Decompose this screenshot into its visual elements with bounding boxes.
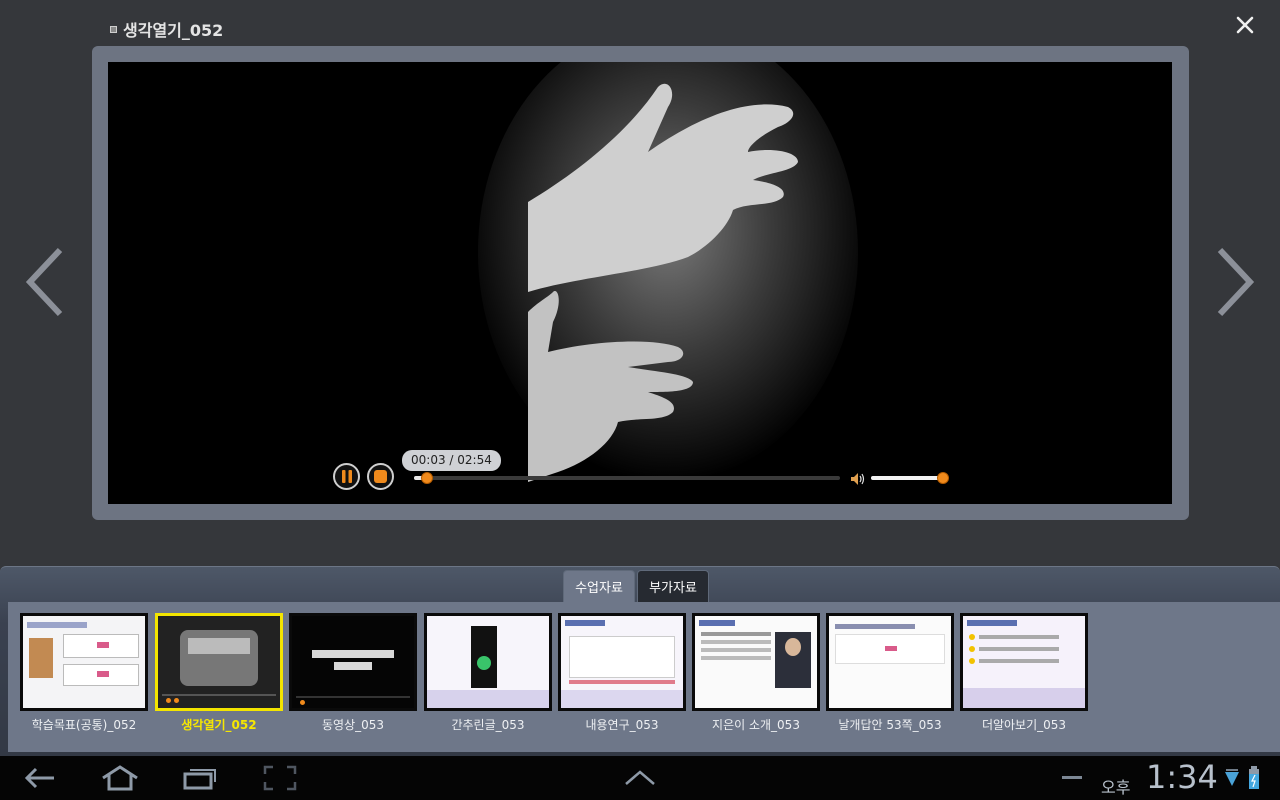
- wifi-icon: [1225, 769, 1239, 786]
- close-icon: [1236, 16, 1254, 34]
- page-title-text: 생각열기_052: [123, 21, 224, 40]
- thumbnail-preview: [23, 616, 145, 708]
- progress-bar[interactable]: [414, 472, 840, 484]
- recent-apps-icon: [183, 769, 216, 790]
- previous-button[interactable]: [20, 244, 70, 320]
- thumbnail-item[interactable]: [20, 613, 148, 711]
- volume-fill: [871, 476, 943, 480]
- thumbnail-preview: [427, 616, 549, 708]
- thumbnail-preview: [829, 616, 951, 708]
- volume-button[interactable]: [850, 471, 866, 485]
- battery-icon: [1249, 766, 1259, 789]
- pause-icon: [341, 470, 352, 483]
- chevron-up-icon: [625, 770, 655, 785]
- close-button[interactable]: [1230, 10, 1260, 40]
- clock: 1:34: [1146, 758, 1218, 796]
- back-icon: [24, 767, 54, 789]
- video-frame-image: [108, 62, 1172, 504]
- progress-handle[interactable]: [420, 472, 433, 484]
- thumbnail-label: 간추린글_053: [451, 718, 525, 732]
- thumbnail-label: 더알아보기_053: [981, 718, 1067, 732]
- tab-extra-materials[interactable]: 부가자료: [637, 570, 709, 602]
- thumbnail-item[interactable]: [826, 613, 954, 711]
- thumbnail-label: 생각열기_052: [181, 718, 257, 732]
- thumbnail-label: 날개답안 53쪽_053: [838, 718, 942, 732]
- video-player[interactable]: [108, 62, 1172, 504]
- battery-indicator: [1248, 766, 1260, 790]
- notification-indicator: [1062, 776, 1082, 779]
- recent-apps-button[interactable]: [182, 764, 218, 792]
- home-button[interactable]: [100, 764, 138, 792]
- volume-handle[interactable]: [937, 472, 949, 484]
- next-button[interactable]: [1210, 244, 1260, 320]
- wifi-indicator: [1224, 768, 1240, 790]
- thumbnail-label: 동영상_053: [321, 718, 385, 732]
- clock-ampm: 오후: [1101, 778, 1131, 797]
- thumbnail-label: 학습목표(공통)_052: [31, 718, 137, 732]
- screenshot-icon: [263, 765, 297, 791]
- screenshot-button[interactable]: [262, 764, 298, 792]
- thumbnail-preview: [561, 616, 683, 708]
- chevron-right-icon: [1217, 247, 1255, 317]
- thumbnail-item[interactable]: [960, 613, 1088, 711]
- expand-button[interactable]: [622, 764, 658, 792]
- thumbnail-preview: [963, 616, 1085, 708]
- media-viewer: 생각열기_052 00:03 / 02:54 수업자료 부가자료 학습목표(공통…: [0, 0, 1280, 800]
- volume-icon: [851, 473, 865, 485]
- thumbnail-label: 내용연구_053: [585, 718, 659, 732]
- thumbnail-item[interactable]: [155, 613, 283, 711]
- tab-class-materials[interactable]: 수업자료: [563, 570, 635, 602]
- thumbnail-label: 지은이 소개_053: [712, 718, 800, 732]
- time-display: 00:03 / 02:54: [402, 450, 501, 471]
- materials-tabs: 수업자료 부가자료: [563, 570, 709, 602]
- volume-slider[interactable]: [871, 472, 949, 484]
- title-bullet: [110, 25, 117, 33]
- thumbnail-preview: [158, 616, 280, 708]
- home-icon: [102, 765, 138, 791]
- thumbnail-preview: [695, 616, 817, 708]
- pause-button[interactable]: [333, 463, 360, 490]
- stop-button[interactable]: [367, 463, 394, 490]
- thumbnail-item[interactable]: [289, 613, 417, 711]
- thumbnail-item[interactable]: [424, 613, 552, 711]
- thumbnail-preview: [292, 616, 414, 708]
- stop-icon: [374, 470, 387, 483]
- back-button[interactable]: [22, 764, 58, 792]
- chevron-left-icon: [25, 247, 63, 317]
- page-title: 생각열기_052: [110, 17, 223, 41]
- thumbnail-item[interactable]: [692, 613, 820, 711]
- thumbnail-item[interactable]: [558, 613, 686, 711]
